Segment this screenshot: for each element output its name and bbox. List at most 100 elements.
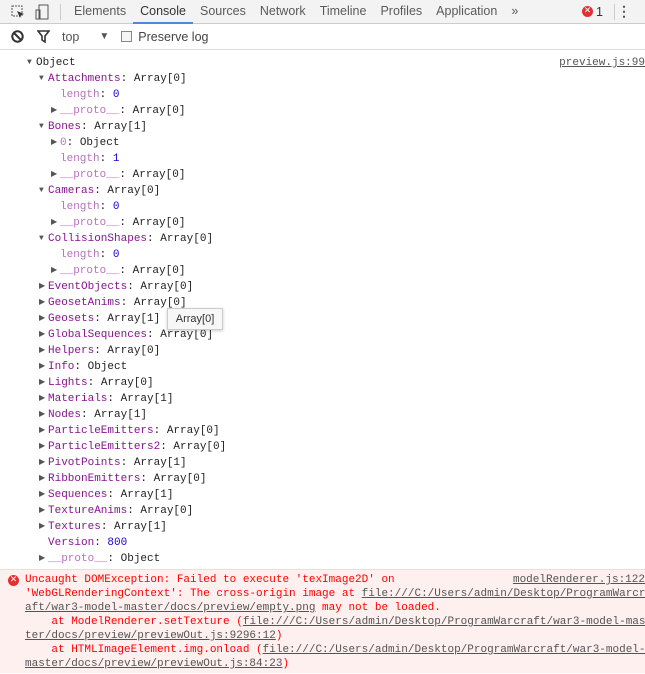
tab-application[interactable]: Application — [429, 0, 504, 24]
preserve-log-label[interactable]: Preserve log — [138, 30, 208, 44]
tree-row[interactable]: ▶ RibbonEmitters: Array[0] — [0, 471, 645, 487]
tree-row[interactable]: ▶ Info: Object — [0, 359, 645, 375]
property-number: 1 — [112, 153, 120, 165]
property-value: Array[0] — [107, 345, 161, 357]
tree-row[interactable]: ▶ ParticleEmitters2: Array[0] — [0, 439, 645, 455]
tree-row: length: 0 — [60, 201, 120, 213]
file-link[interactable]: file:///C:/Users/admin/Desktop/ProgramWa… — [263, 644, 645, 656]
collapsed-triangle-icon[interactable]: ▶ — [39, 343, 47, 359]
collapsed-triangle-icon[interactable]: ▶ — [39, 439, 47, 455]
tree-row[interactable]: ▼ CollisionShapes: Array[0] — [0, 231, 645, 247]
tree-row[interactable]: ▶ TextureAnims: Array[0] — [0, 503, 645, 519]
file-link[interactable]: master/docs/preview/previewOut.js:84:23 — [25, 658, 282, 670]
property-key: __proto__ — [60, 105, 120, 117]
property-number: 0 — [112, 201, 120, 213]
collapsed-triangle-icon[interactable]: ▶ — [39, 359, 47, 375]
preserve-log-checkbox[interactable] — [121, 31, 133, 42]
filter-icon[interactable] — [36, 30, 50, 43]
file-link[interactable]: file:///C:/Users/admin/Desktop/ProgramWa… — [243, 616, 645, 628]
property-value: Object — [87, 361, 128, 373]
file-link[interactable]: file:///C:/Users/admin/Desktop/ProgramWa… — [362, 588, 645, 600]
tab-timeline[interactable]: Timeline — [313, 0, 374, 24]
tree-row[interactable]: ▶ __proto__: Object — [0, 551, 645, 567]
tree-row[interactable]: ▶ __proto__: Array[0] — [0, 103, 645, 119]
tree-row[interactable]: ▶ EventObjects: Array[0] — [0, 279, 645, 295]
property-key: EventObjects — [48, 281, 128, 293]
property-number: 800 — [107, 537, 128, 549]
collapsed-triangle-icon[interactable]: ▶ — [51, 263, 59, 279]
error-icon: ✕ — [8, 575, 19, 586]
collapsed-triangle-icon[interactable]: ▶ — [51, 167, 59, 183]
tab-profiles[interactable]: Profiles — [373, 0, 429, 24]
property-value: Array[0] — [132, 169, 186, 181]
property-key: ParticleEmitters2 — [48, 441, 161, 453]
error-counter[interactable]: ✕ 1 — [582, 5, 603, 19]
tree-row[interactable]: ▶ PivotPoints: Array[1] — [0, 455, 645, 471]
property-key: length — [60, 249, 100, 261]
tree-row[interactable]: ▶ Materials: Array[1] — [0, 391, 645, 407]
property-key: GeosetAnims — [48, 297, 121, 309]
tree-row[interactable]: ▶ GlobalSequences: Array[0] — [0, 327, 645, 343]
context-select[interactable]: top — [62, 30, 79, 44]
collapsed-triangle-icon[interactable]: ▶ — [39, 471, 47, 487]
tree-row[interactable]: ▶ Textures: Array[1] — [0, 519, 645, 535]
expanded-triangle-icon[interactable]: ▼ — [39, 71, 47, 87]
menu-kebab-icon[interactable]: ⋮ — [617, 3, 631, 20]
error-icon: ✕ — [582, 6, 594, 17]
collapsed-triangle-icon[interactable]: ▶ — [39, 279, 47, 295]
chevron-down-icon[interactable]: ▼ — [99, 31, 109, 42]
tree-row[interactable]: ▶ Geosets: Array[1] — [0, 311, 645, 327]
tree-row[interactable]: ▼ Object — [0, 55, 645, 71]
property-key: Info — [48, 361, 75, 373]
expanded-triangle-icon[interactable]: ▼ — [39, 231, 47, 247]
tree-row[interactable]: ▼ Attachments: Array[0] — [0, 71, 645, 87]
collapsed-triangle-icon[interactable]: ▶ — [51, 215, 59, 231]
clear-console-icon[interactable] — [10, 30, 24, 43]
tree-row: length: 0 — [60, 249, 120, 261]
collapsed-triangle-icon[interactable]: ▶ — [39, 455, 47, 471]
collapsed-triangle-icon[interactable]: ▶ — [51, 103, 59, 119]
tree-row[interactable]: ▼ Cameras: Array[0] — [0, 183, 645, 199]
collapsed-triangle-icon[interactable]: ▶ — [39, 327, 47, 343]
collapsed-triangle-icon[interactable]: ▶ — [39, 407, 47, 423]
expanded-triangle-icon[interactable]: ▼ — [27, 55, 35, 71]
tree-row[interactable]: ▶ __proto__: Array[0] — [0, 167, 645, 183]
collapsed-triangle-icon[interactable]: ▶ — [39, 423, 47, 439]
expanded-triangle-icon[interactable]: ▼ — [39, 183, 47, 199]
tab-elements[interactable]: Elements — [67, 0, 133, 24]
tab-sources[interactable]: Sources — [193, 0, 253, 24]
console-toolbar: top ▼ Preserve log — [0, 24, 645, 50]
more-tabs-button[interactable]: » — [504, 0, 525, 24]
property-value: Object — [120, 553, 161, 565]
tree-row[interactable]: ▶ __proto__: Array[0] — [0, 215, 645, 231]
inspect-element-icon[interactable] — [6, 5, 30, 19]
tree-row[interactable]: ▶ Sequences: Array[1] — [0, 487, 645, 503]
collapsed-triangle-icon[interactable]: ▶ — [39, 487, 47, 503]
property-key: __proto__ — [60, 169, 120, 181]
tree-row[interactable]: ▶ 0: Object — [0, 135, 645, 151]
collapsed-triangle-icon[interactable]: ▶ — [39, 391, 47, 407]
expanded-triangle-icon[interactable]: ▼ — [39, 119, 47, 135]
collapsed-triangle-icon[interactable]: ▶ — [39, 503, 47, 519]
tree-row[interactable]: ▶ Nodes: Array[1] — [0, 407, 645, 423]
tree-row[interactable]: ▶ __proto__: Array[0] — [0, 263, 645, 279]
console-output: preview.js:99 ▼ Object ▼ Attachments: Array… — [0, 55, 645, 567]
collapsed-triangle-icon[interactable]: ▶ — [39, 375, 47, 391]
collapsed-triangle-icon[interactable]: ▶ — [39, 295, 47, 311]
file-link[interactable]: aft/war3-model-master/docs/preview/empty… — [25, 602, 315, 614]
tab-console[interactable]: Console — [133, 0, 193, 24]
tree-row[interactable]: ▶ Helpers: Array[0] — [0, 343, 645, 359]
collapsed-triangle-icon[interactable]: ▶ — [39, 311, 47, 327]
file-link[interactable]: ter/docs/preview/previewOut.js:9296:12 — [25, 630, 276, 642]
tree-row[interactable]: ▶ ParticleEmitters: Array[0] — [0, 423, 645, 439]
error-source-link[interactable]: modelRenderer.js:122 — [513, 573, 645, 587]
tree-row[interactable]: ▶ GeosetAnims: Array[0] — [0, 295, 645, 311]
device-toolbar-icon[interactable] — [30, 4, 54, 20]
tree-row[interactable]: ▶ Lights: Array[0] — [0, 375, 645, 391]
collapsed-triangle-icon[interactable]: ▶ — [39, 519, 47, 535]
tree-row[interactable]: ▼ Bones: Array[1] — [0, 119, 645, 135]
collapsed-triangle-icon[interactable]: ▶ — [39, 551, 47, 567]
tab-network[interactable]: Network — [253, 0, 313, 24]
collapsed-triangle-icon[interactable]: ▶ — [51, 135, 59, 151]
tree-row: length: 1 — [60, 153, 120, 165]
